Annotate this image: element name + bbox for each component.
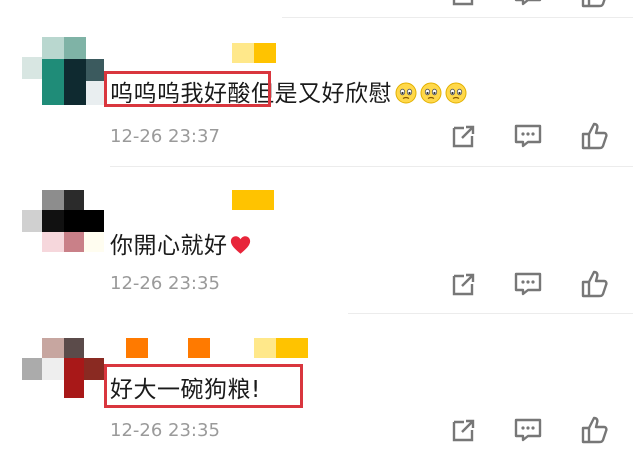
timestamp: 12-26 23:35 [110,273,220,294]
divider [110,166,633,167]
username-bar[interactable] [126,338,311,358]
worried-face-emoji [445,82,467,104]
like-icon[interactable] [578,0,610,10]
like-icon[interactable] [578,268,610,300]
share-icon[interactable] [448,414,480,446]
divider [348,313,633,314]
timestamp: 12-26 23:37 [110,126,220,147]
comment-text-rest: 但是又好欣慰 [251,81,392,107]
avatar[interactable] [22,37,104,107]
comment-icon[interactable] [512,268,544,300]
username-bar[interactable] [232,43,278,63]
comment-icon[interactable] [512,0,544,10]
avatar[interactable] [22,338,104,408]
comment-icon[interactable] [512,120,544,152]
red-heart-emoji [230,236,250,254]
like-icon[interactable] [578,120,610,152]
highlight-box [104,364,303,408]
like-icon[interactable] [578,414,610,446]
share-icon[interactable] [448,0,480,10]
comment-icon[interactable] [512,414,544,446]
comment-text-body: 你開心就好 [110,233,228,259]
avatar[interactable] [22,190,104,260]
timestamp: 12-26 23:35 [110,420,220,441]
share-icon[interactable] [448,120,480,152]
username-bar[interactable] [232,190,274,210]
worried-face-emoji [395,82,417,104]
highlight-box [104,71,271,107]
comment-text: 你開心就好 [110,226,251,260]
worried-face-emoji [420,82,442,104]
share-icon[interactable] [448,268,480,300]
divider [282,17,633,18]
